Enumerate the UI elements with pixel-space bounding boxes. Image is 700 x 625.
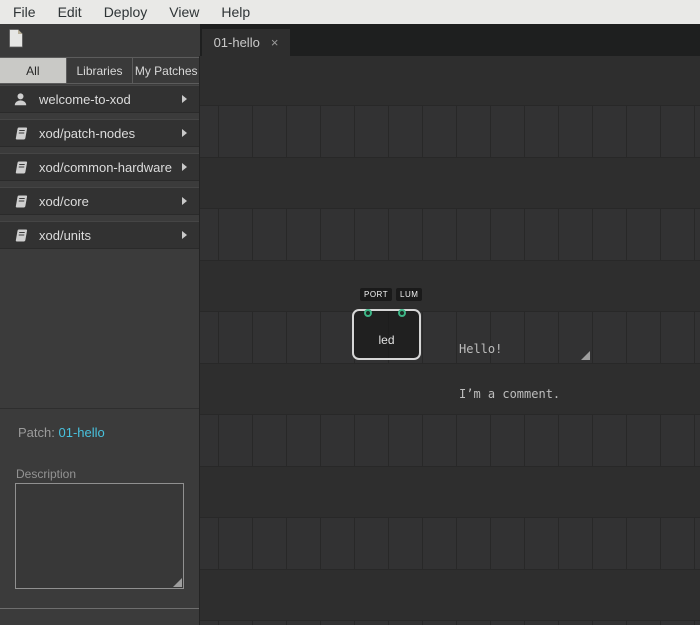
pin-label-port: PORT	[360, 288, 393, 301]
sidebar-item-label: welcome-to-xod	[39, 91, 131, 107]
menubar: File Edit Deploy View Help	[0, 0, 700, 24]
book-icon	[13, 228, 28, 243]
book-icon	[13, 160, 28, 175]
sidebar-item-label: xod/core	[39, 193, 89, 209]
editor-tabbar: 01-hello ×	[200, 24, 700, 56]
comment-resize-handle-icon[interactable]	[581, 351, 590, 360]
patch-label-line: Patch: 01-hello	[18, 425, 105, 440]
sidebar-item-welcome-to-xod[interactable]: welcome-to-xod	[0, 85, 199, 113]
chevron-right-icon	[182, 95, 187, 103]
book-icon	[13, 194, 28, 209]
project-toolbar	[0, 24, 200, 56]
chevron-right-icon	[182, 197, 187, 205]
tab-all[interactable]: All	[0, 58, 67, 83]
description-textarea[interactable]	[15, 483, 184, 589]
node-label: led	[378, 333, 395, 347]
chevron-right-icon	[182, 163, 187, 171]
comment-line: I’m a comment.	[459, 387, 561, 401]
editor-tab-label: 01-hello	[213, 35, 260, 50]
chevron-right-icon	[182, 231, 187, 239]
patch-name-link[interactable]: 01-hello	[58, 425, 104, 440]
tab-my-patches[interactable]: My Patches	[133, 58, 200, 83]
menu-deploy[interactable]: Deploy	[93, 0, 159, 24]
patch-info-panel	[0, 408, 199, 409]
book-icon	[13, 126, 28, 141]
sidebar-item-xod-units[interactable]: xod/units	[0, 221, 199, 249]
sidebar-item-xod-patch-nodes[interactable]: xod/patch-nodes	[0, 119, 199, 147]
menu-file[interactable]: File	[2, 0, 47, 24]
pin-label-lum: LUM	[396, 288, 423, 301]
description-label: Description	[16, 467, 77, 481]
tab-close-icon[interactable]: ×	[271, 36, 279, 49]
pin-lum[interactable]	[398, 309, 406, 317]
sidebar-item-xod-common-hardware[interactable]: xod/common-hardware	[0, 153, 199, 181]
user-icon	[13, 92, 28, 107]
xod-ide-window: File Edit Deploy View Help 01-hello × Al…	[0, 0, 700, 625]
browser-filter-tabs: All Libraries My Patches	[0, 57, 200, 84]
menu-help[interactable]: Help	[210, 0, 261, 24]
patch-label: Patch:	[18, 425, 55, 440]
project-browser-sidebar: All Libraries My Patches welcome-to-xod	[0, 56, 200, 625]
editor-tab-01-hello[interactable]: 01-hello ×	[202, 29, 290, 56]
new-patch-document-icon[interactable]	[8, 29, 24, 53]
resize-handle-icon[interactable]	[173, 578, 182, 587]
comment-block[interactable]: Hello! I’m a comment.	[459, 312, 591, 401]
sidebar-item-label: xod/units	[39, 227, 92, 243]
patch-canvas[interactable]: PORT LUM led Hello! I’m a comment.	[200, 56, 700, 625]
sidebar-item-xod-core[interactable]: xod/core	[0, 187, 199, 215]
tab-libraries[interactable]: Libraries	[66, 58, 134, 83]
chevron-right-icon	[182, 129, 187, 137]
sidebar-item-label: xod/patch-nodes	[39, 125, 136, 141]
menu-edit[interactable]: Edit	[47, 0, 93, 24]
pin-port[interactable]	[364, 309, 372, 317]
sidebar-item-label: xod/common-hardware	[39, 159, 172, 175]
menu-view[interactable]: View	[158, 0, 210, 24]
node-led[interactable]: PORT LUM led	[352, 288, 423, 360]
comment-line: Hello!	[459, 342, 503, 356]
sidebar-divider	[0, 608, 199, 609]
